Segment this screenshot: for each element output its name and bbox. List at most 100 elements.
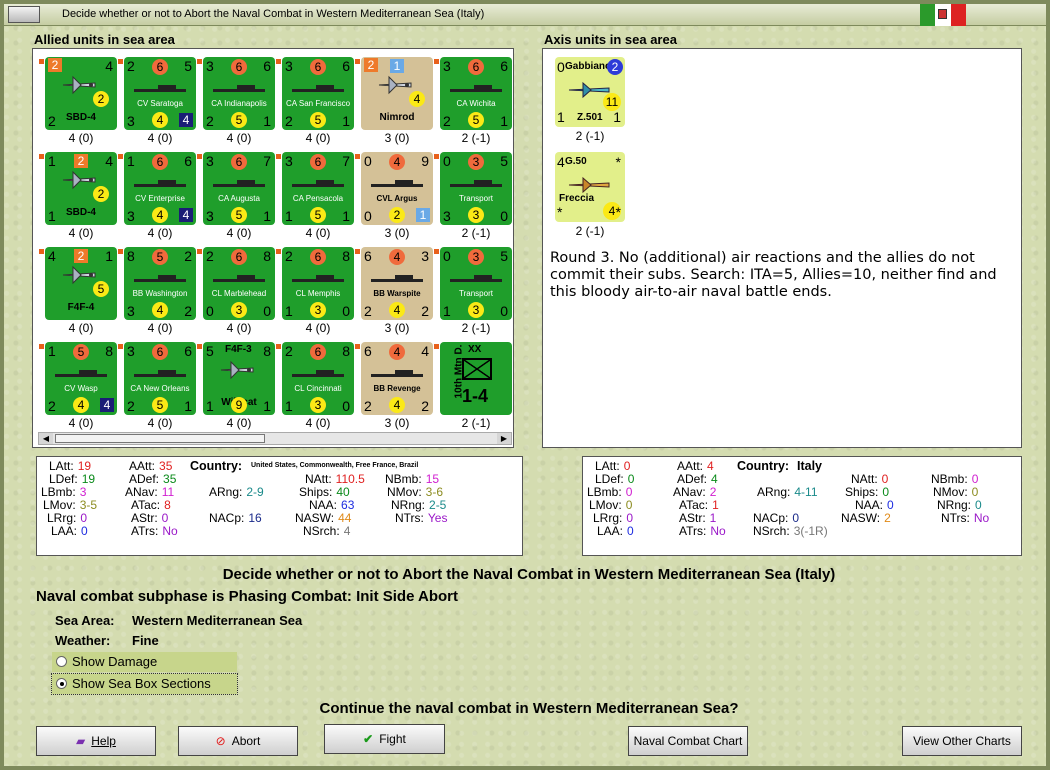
axis-unit-counter[interactable]: 4 G.50 * 4 * Freccia * [555,152,625,222]
unit-top-left: 4 [48,248,56,264]
unit-center-value: 5 [93,281,109,297]
allied-ships: 40 [336,485,350,499]
scroll-right-icon[interactable]: ▶ [497,433,511,444]
aircraft-icon [61,170,97,190]
axis-astr: 1 [709,511,717,525]
unit-name: CA Indianapolis [211,99,267,108]
unit-bottom-right: * [615,204,621,220]
unit-top-left: 0 [443,153,451,169]
main-heading: Decide whether or not to Abort the Naval… [222,566,836,583]
allied-horizontal-scrollbar[interactable]: ◀ ▶ [38,432,512,445]
ship-silhouette-icon [134,370,186,378]
scroll-left-icon[interactable]: ◀ [39,433,53,444]
ship-silhouette-icon [213,85,265,93]
unit-top-left: 6 [364,343,372,359]
unit-marker-icon [276,344,281,349]
unit-bottom-value: 5 [231,207,247,223]
unit-counter[interactable]: 6 3 4 BB Warspite 2 4 2 [361,247,433,320]
view-other-charts-button[interactable]: View Other Charts [902,726,1022,756]
naval-combat-chart-button[interactable]: Naval Combat Chart [628,726,748,756]
unit-marker-icon [434,154,439,159]
axis-naa: 0 [887,498,894,512]
unit-top-right: 9 [421,153,429,169]
unit-bottom-right: 1 [416,208,430,222]
unit-counter[interactable]: 1 8 5 CV Wasp 2 4 4 [45,342,117,415]
unit-counter[interactable]: 0 5 3 Transport 3 3 0 [440,152,512,225]
unit-counter[interactable]: 3 6 6 CA San Francisco 2 5 1 [282,57,354,130]
unit-counter[interactable]: 3 6 6 CA New Orleans 2 5 1 [124,342,196,415]
ship-silhouette-icon [292,370,344,378]
ship-silhouette-icon [213,275,265,283]
unit-bottom-value: 3 [468,207,484,223]
axis-laa: 0 [627,524,634,538]
unit-counter[interactable]: 2 4 SBD-4 2 2 [45,57,117,130]
unit-bottom-right: 1 [342,113,350,129]
allied-lbmb: 3 [79,485,87,499]
unit-caption: 2 (-1) [461,131,491,145]
unit-counter[interactable]: 3 6 6 CA Indianapolis 2 5 1 [203,57,275,130]
unit-caption: 4 (0) [305,226,331,240]
unit-counter[interactable]: 1 4 2 SBD-4 2 1 [45,152,117,225]
weather-value: Fine [132,633,159,648]
unit-counter[interactable]: 2 8 6 CL Marblehead 0 3 0 [203,247,275,320]
unit-marker-icon [39,249,44,254]
ship-silhouette-icon [450,275,502,283]
unit-marker-icon [355,344,360,349]
radio-selected-icon[interactable] [56,678,67,689]
unit-counter[interactable]: 0 9 4 CVL Argus 0 2 1 [361,152,433,225]
help-label: Help [91,734,116,748]
unit-counter[interactable]: 1 6 6 CV Enterprise 3 4 4 [124,152,196,225]
unit-bottom-left: 3 [127,303,135,319]
abort-button[interactable]: ⊘ Abort [178,726,298,756]
show-damage-option[interactable]: Show Damage [52,652,237,672]
unit-top-left: 8 [127,248,135,264]
subphase-text: Naval combat subphase is Phasing Combat:… [36,588,459,605]
unit-marker-icon [355,249,360,254]
allied-atrs: No [162,524,178,538]
unit-caption: 3 (0) [384,416,410,430]
help-button[interactable]: ▰ Help [36,726,156,756]
unit-model: F4F-3 [225,344,252,355]
unit-counter[interactable]: 2 1 Nimrod 4 [361,57,433,130]
unit-name: BB Washington [132,289,188,298]
unit-strength: 1-4 [462,386,489,406]
unit-counter[interactable]: 2 8 6 CL Cincinnati 1 3 0 [282,342,354,415]
axis-atac: 1 [712,498,719,512]
unit-counter[interactable]: 2 5 6 CV Saratoga 3 4 4 [124,57,196,130]
unit-counter[interactable]: 6 4 4 BB Revenge 2 4 2 [361,342,433,415]
unit-counter[interactable]: 58F4F-3Wildcat191 [203,342,275,415]
unit-counter[interactable]: 2 8 6 CL Memphis 1 3 0 [282,247,354,320]
unit-counter[interactable]: 8 2 5 BB Washington 3 4 2 [124,247,196,320]
unit-counter[interactable]: 4 1 2 F4F-4 5 [45,247,117,320]
unit-top-value: 6 [310,154,326,170]
unit-top-left: 0 [557,59,565,75]
unit-counter[interactable]: 0 5 3 Transport 1 3 0 [440,247,512,320]
radio-icon[interactable] [56,656,67,667]
axis-natt: 0 [881,472,889,486]
unit-counter[interactable]: 3 6 6 CA Wichita 2 5 1 [440,57,512,130]
ship-silhouette-icon [292,275,344,283]
axis-unit-counter[interactable]: 0 Gabbiano 2 11 1 Z.501 1 [555,57,625,127]
unit-bottom-value: 4 [389,397,405,413]
ship-silhouette-icon [371,275,423,283]
system-menu-button[interactable] [8,6,40,23]
unit-counter[interactable]: 3 7 6 CA Pensacola 1 5 1 [282,152,354,225]
unit-name: CVL Argus [376,194,418,203]
fight-button[interactable]: ✔ Fight [324,724,445,754]
unit-bottom-right: 1 [342,208,350,224]
unit-bottom-value: 5 [468,112,484,128]
unit-top-right: 8 [342,248,350,264]
unit-bottom-right: 2 [421,303,429,319]
unit-bottom-right: 4 [100,398,114,412]
allied-aatt: 35 [159,459,173,473]
abort-label: Abort [231,734,261,748]
scroll-thumb[interactable] [55,434,265,443]
unit-top-left: 0 [364,153,372,169]
unit-top-left: 3 [285,153,293,169]
unit-counter[interactable]: 3 7 6 CA Augusta 3 5 1 [203,152,275,225]
allied-panel-title: Allied units in sea area [34,32,175,47]
allied-country-label: Country: [190,459,243,473]
unit-counter[interactable]: 10th Mtn D. XX 1-4 [440,342,512,415]
show-sections-option[interactable]: Show Sea Box Sections [51,673,238,695]
unit-bottom-left: 2 [364,398,372,414]
